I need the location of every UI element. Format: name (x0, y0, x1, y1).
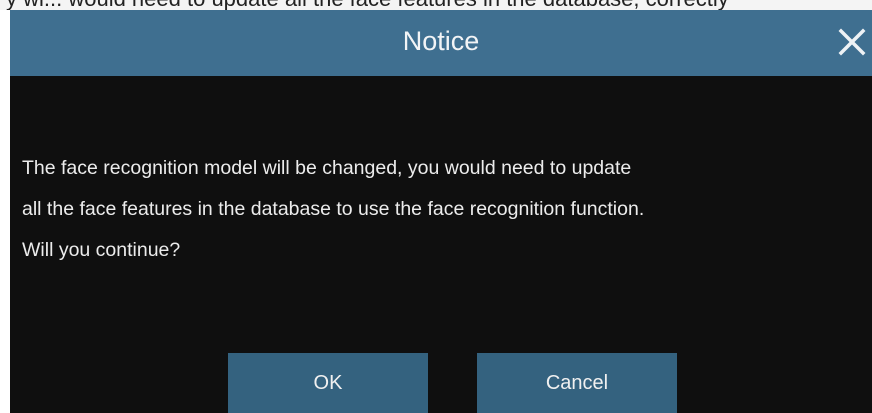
cancel-button[interactable]: Cancel (477, 353, 677, 413)
dialog-message: The face recognition model will be chang… (22, 157, 645, 261)
notice-dialog: Notice The face recognition model will b… (10, 10, 872, 413)
dialog-title: Notice (402, 26, 480, 56)
background-text-strip: y wi... would need to update all the fac… (0, 0, 872, 10)
close-button[interactable] (832, 22, 872, 62)
close-icon (838, 28, 866, 56)
ok-button[interactable]: OK (228, 353, 428, 413)
background-text: y wi... would need to update all the fac… (6, 0, 729, 10)
dialog-header: Notice (10, 10, 872, 76)
